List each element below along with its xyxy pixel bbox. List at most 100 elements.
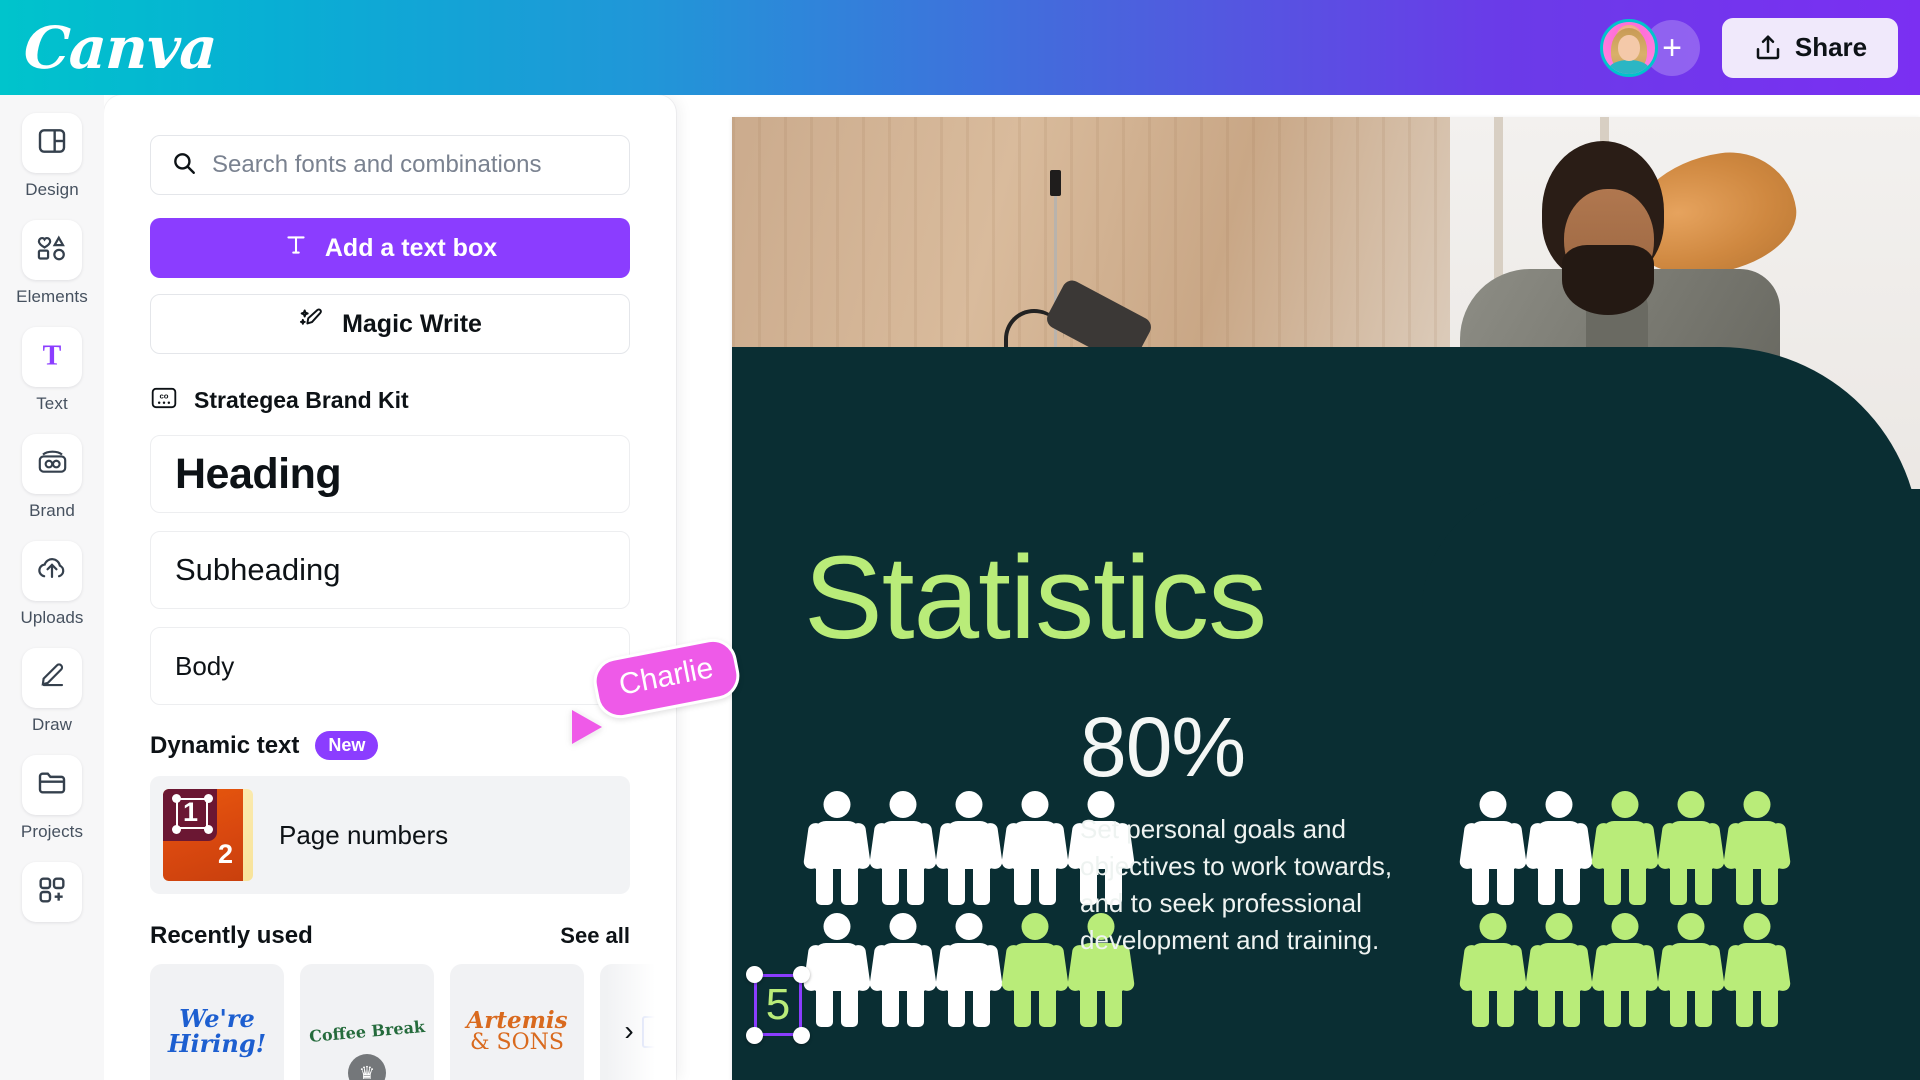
text-icon: T: [36, 339, 68, 376]
share-icon: [1753, 33, 1783, 63]
page-number-element[interactable]: 5: [746, 966, 810, 1044]
page-number-text: 5: [765, 980, 791, 1029]
apps-icon: [36, 874, 68, 911]
person-pictogram: [802, 789, 872, 907]
person-pictogram: [934, 789, 1004, 907]
sidebar-item-apps[interactable]: [4, 862, 100, 929]
person-pictogram: [868, 911, 938, 1029]
style-body-label: Body: [175, 650, 235, 681]
canva-logo[interactable]: Canva: [22, 14, 218, 82]
page-numbers-label: Page numbers: [279, 819, 449, 850]
person-pictogram: [1458, 911, 1528, 1029]
recent-tile-line2: & SONS: [469, 1029, 564, 1055]
sidebar-item-design[interactable]: Design: [4, 113, 100, 200]
svg-text:co: co: [159, 391, 168, 400]
svg-text:T: T: [43, 340, 62, 371]
sidebar-item-draw[interactable]: Draw: [4, 648, 100, 735]
brand-kit-header[interactable]: co Strategea Brand Kit: [150, 384, 630, 417]
resize-handle-top-left[interactable]: [746, 966, 763, 983]
recent-tile[interactable]: We're Hiring!: [150, 964, 284, 1080]
recently-used-header: Recently used See all: [150, 922, 630, 950]
style-subheading-label: Subheading: [175, 552, 341, 587]
resize-handle-top-right[interactable]: [793, 966, 810, 983]
elements-icon: [35, 231, 69, 270]
search-icon: [171, 150, 197, 181]
slide-title[interactable]: Statistics: [804, 539, 1267, 657]
style-heading-label: Heading: [175, 449, 342, 498]
selection-box[interactable]: 5: [754, 974, 802, 1036]
resize-handle-bottom-left[interactable]: [746, 1027, 763, 1044]
sidebar-label-draw: Draw: [31, 715, 73, 734]
avatar[interactable]: [1600, 18, 1658, 77]
slide[interactable]: Statistics 80% Set personal goals and ob…: [732, 117, 1920, 1080]
magic-write-button[interactable]: Magic Write: [150, 294, 630, 354]
new-badge: New: [315, 731, 379, 760]
share-label: Share: [1794, 32, 1868, 62]
text-t-icon: [283, 232, 309, 265]
projects-icon: [36, 767, 68, 804]
recent-tile-line2: Hiring!: [167, 1029, 267, 1058]
sidebar-label-elements: Elements: [16, 287, 88, 306]
share-button[interactable]: Share: [1722, 17, 1898, 78]
recent-tile-line1: Artemis: [466, 1006, 568, 1034]
person-pictogram: [1000, 911, 1070, 1029]
magic-pen-icon: [298, 307, 326, 342]
see-all-link[interactable]: See all: [560, 923, 630, 949]
sidebar-label-projects: Projects: [20, 822, 84, 841]
stat-number[interactable]: 80%: [1080, 705, 1410, 789]
page-numbers-item[interactable]: 1 2 Page numbers: [150, 776, 630, 894]
draw-icon: [36, 659, 69, 697]
person-pictogram: [1590, 911, 1660, 1029]
person-pictogram: [1722, 911, 1792, 1029]
person-pictogram: [1656, 789, 1726, 907]
sidebar-label-design: Design: [25, 180, 79, 199]
person-pictogram: [1590, 789, 1660, 907]
canva-editor: Canva + Share Design Elements T Text Bra…: [0, 0, 1920, 1080]
style-option-subheading[interactable]: Subheading: [150, 531, 630, 609]
topbar-right-cluster: + Share: [1600, 17, 1898, 78]
thumb-number-1: 1: [183, 797, 199, 827]
recently-used-title: Recently used: [150, 922, 313, 949]
sidebar-item-text[interactable]: T Text: [4, 327, 100, 414]
thumb-number-2: 2: [218, 839, 234, 869]
search-input[interactable]: [212, 151, 609, 179]
cursor-arrow-icon: [572, 710, 602, 744]
right-people-group[interactable]: [1458, 789, 1792, 1033]
stat-description[interactable]: Set personal goals and objectives to wor…: [1080, 811, 1410, 959]
add-text-box-label: Add a text box: [324, 233, 498, 262]
recently-used-row: We're Hiring! Coffee Break ♛ Artemis & S…: [150, 964, 676, 1080]
brand-kit-icon: co: [150, 384, 178, 417]
person-pictogram: [868, 789, 938, 907]
sidebar-item-brand[interactable]: Brand: [4, 434, 100, 521]
resize-handle-bottom-right[interactable]: [793, 1027, 810, 1044]
person-pictogram: [1524, 789, 1594, 907]
sidebar-item-projects[interactable]: Projects: [4, 755, 100, 842]
person-pictogram: [934, 911, 1004, 1029]
recent-tile[interactable]: Artemis & SONS: [450, 964, 584, 1080]
page-numbers-thumbnail: 1 2: [163, 789, 253, 881]
dynamic-text-title: Dynamic text: [150, 731, 300, 759]
top-bar: Canva + Share: [0, 0, 1920, 95]
stat-block: 80% Set personal goals and objectives to…: [1080, 705, 1410, 959]
dynamic-text-header: Dynamic text New: [150, 731, 630, 760]
design-icon: [36, 125, 68, 162]
magic-write-label: Magic Write: [342, 309, 482, 338]
sidebar-item-elements[interactable]: Elements: [4, 220, 100, 307]
search-container[interactable]: [150, 135, 630, 195]
person-pictogram: [1722, 789, 1792, 907]
recently-used-next-button[interactable]: ›: [612, 1014, 646, 1048]
style-option-heading[interactable]: Heading: [150, 435, 630, 513]
left-rail: Design Elements T Text Brand Uploads Dra…: [0, 95, 104, 1080]
brand-icon: [36, 445, 69, 483]
recent-tile[interactable]: Coffee Break ♛: [300, 964, 434, 1080]
person-pictogram: [1524, 911, 1594, 1029]
sidebar-label-uploads: Uploads: [20, 608, 84, 627]
person-pictogram: [802, 911, 872, 1029]
add-text-box-button[interactable]: Add a text box: [150, 218, 630, 278]
sidebar-item-uploads[interactable]: Uploads: [4, 541, 100, 628]
canvas-area[interactable]: Statistics 80% Set personal goals and ob…: [676, 95, 1920, 1080]
uploads-icon: [35, 552, 69, 591]
style-option-body[interactable]: Body: [150, 627, 630, 705]
brand-kit-label: Strategea Brand Kit: [194, 387, 409, 413]
text-panel: Add a text box Magic Write co: [104, 95, 676, 1080]
